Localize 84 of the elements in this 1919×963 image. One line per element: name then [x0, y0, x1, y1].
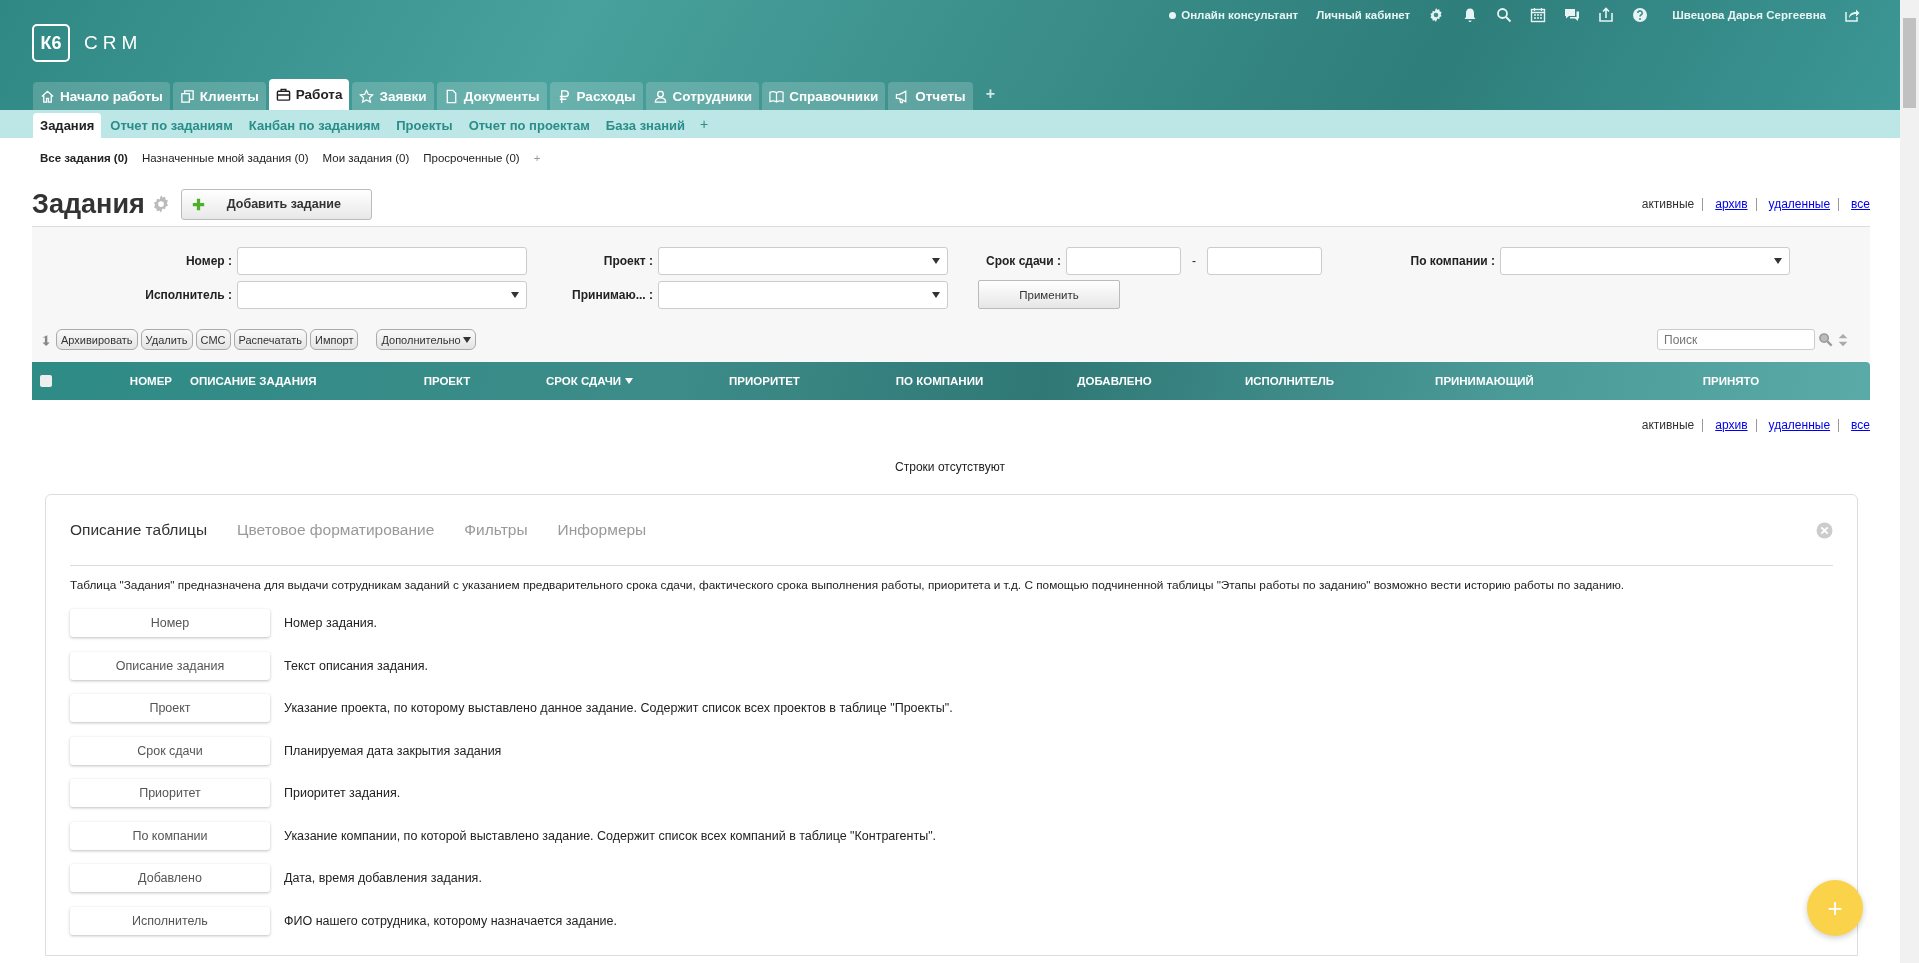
field-name-button[interactable]: По компании	[70, 821, 270, 850]
field-name-button[interactable]: Номер	[70, 609, 270, 638]
field-description: ФИО нашего сотрудника, которому назначается задание.	[284, 913, 617, 928]
field-name-button[interactable]: Приоритет	[70, 779, 270, 808]
filter-tab[interactable]: Просроченные (0)	[423, 152, 520, 164]
filter-label: Исполнитель :	[144, 287, 232, 302]
sub-tab[interactable]: База знаний	[598, 113, 693, 138]
field-description: Указание проекта, по которому выставлено данное задание. Содержит список всех проектов в таблице "Проекты".	[284, 701, 953, 716]
view-filter-link[interactable]: архив	[1715, 197, 1748, 211]
action-button[interactable]: Импорт	[310, 329, 359, 350]
column-header[interactable]: ПРОЕКТ	[392, 375, 502, 387]
view-filter-link[interactable]: все	[1851, 197, 1870, 211]
online-consultant-link[interactable]: Онлайн консультант	[1181, 9, 1299, 21]
filter-tab[interactable]: Назначенные мной задания (0)	[141, 152, 309, 164]
main-tab[interactable]: Сотрудники	[645, 82, 760, 110]
view-filter-link[interactable]: удаленные	[1768, 197, 1831, 211]
column-header[interactable]: ПРИНЯТО	[1592, 375, 1870, 387]
column-header[interactable]: ПРИОРИТЕТ	[677, 375, 852, 387]
sub-tab[interactable]: Отчет по заданиям	[103, 113, 240, 138]
sub-tab[interactable]: Отчет по проектам	[461, 113, 597, 138]
add-tab-button[interactable]: +	[975, 85, 1005, 103]
column-header[interactable]: ПРИНИМАЮЩИЙ	[1377, 375, 1592, 387]
cabinet-link[interactable]: Личный кабинет	[1316, 9, 1411, 21]
filter-tab[interactable]: Все задания (0)	[40, 152, 128, 164]
apply-button[interactable]: Применить	[978, 280, 1120, 309]
field-name-button[interactable]: Описание задания	[70, 651, 270, 680]
view-filter-text: активные	[1641, 197, 1695, 211]
field-description: Указание компании, по которой выставлено задание. Содержит список всех компаний в таблице "Контрагенты".	[284, 828, 937, 843]
column-header[interactable]: СРОК СДАЧИ	[502, 375, 677, 387]
card-tab[interactable]: Фильтры	[464, 521, 528, 539]
column-header[interactable]: НОМЕР	[62, 375, 182, 387]
filter-label: Срок сдачи :	[985, 254, 1061, 268]
sub-tab[interactable]: Проекты	[389, 113, 460, 138]
filter-label: Принимаю... :	[571, 287, 653, 302]
filter-label: Номер :	[184, 254, 232, 268]
main-tab[interactable]: Начало работы	[33, 82, 170, 110]
view-filter-link[interactable]: все	[1851, 418, 1870, 432]
field-description: Планируемая дата закрытия задания	[284, 743, 502, 758]
filter-tab[interactable]: Мои задания (0)	[322, 152, 410, 164]
page-title: Задания	[32, 188, 145, 220]
field-description: Приоритет задания.	[284, 786, 401, 801]
action-button[interactable]: Распечатать	[233, 329, 307, 350]
field-name-button[interactable]: Добавлено	[70, 864, 270, 893]
column-header[interactable]: ДОБАВЛЕНО	[1027, 375, 1202, 387]
action-button[interactable]: СМС	[195, 329, 231, 350]
table-description: Таблица "Задания" предназначена для выдачи сотрудникам заданий с указанием предварительного срока сдачи, фактического срока выполнения работы, приоритета и т.д. С помощью подчиненной таблицы "Этапы работы по заданию" возможно вести историю работы по заданию.	[70, 577, 1626, 594]
main-tab[interactable]: Работа	[268, 79, 350, 110]
field-name-button[interactable]: Исполнитель	[70, 906, 270, 935]
add-filter-button[interactable]: +	[533, 152, 541, 164]
card-tab[interactable]: Описание таблицы	[70, 521, 208, 539]
card-tab[interactable]: Цветовое форматирование	[237, 521, 435, 539]
main-tab[interactable]: Клиенты	[172, 82, 266, 110]
filter-label: По компании :	[1409, 254, 1495, 268]
main-tab[interactable]: Документы	[436, 82, 547, 110]
logo-mark: К6	[32, 24, 70, 62]
field-description: Дата, время добавления задания.	[284, 871, 482, 886]
add-sub-tab-button[interactable]: +	[694, 116, 715, 132]
main-tab[interactable]: Расходы	[549, 82, 643, 110]
more-button[interactable]: Дополнительно	[376, 329, 476, 350]
range-separator: -	[1191, 254, 1197, 268]
user-name-link[interactable]: Швецова Дарья Сергеевна	[1672, 9, 1826, 21]
field-description: Текст описания задания.	[284, 658, 429, 673]
card-tab[interactable]: Информеры	[557, 521, 647, 539]
sub-tab[interactable]: Канбан по заданиям	[241, 113, 388, 138]
add-task-button[interactable]: Добавить задание	[180, 188, 372, 220]
column-header[interactable]: ОПИСАНИЕ ЗАДАНИЯ	[182, 375, 392, 387]
action-button[interactable]: Удалить	[140, 329, 193, 350]
sub-tab[interactable]: Задания	[33, 113, 102, 138]
view-filter-text: активные	[1641, 418, 1695, 432]
empty-table-message: Строки отсутствуют	[895, 460, 1005, 474]
field-description: Номер задания.	[284, 616, 377, 631]
view-filter-link[interactable]: удаленные	[1768, 418, 1831, 432]
column-header[interactable]: ПО КОМПАНИИ	[852, 375, 1027, 387]
view-filter-link[interactable]: архив	[1715, 418, 1748, 432]
main-tab[interactable]: Заявки	[352, 82, 434, 110]
action-button[interactable]: Архивировать	[56, 329, 138, 350]
search-field[interactable]: Поиск	[1657, 329, 1815, 350]
main-tab[interactable]: Отчеты	[888, 82, 973, 110]
main-tab[interactable]: Справочники	[762, 82, 886, 110]
field-name-button[interactable]: Срок сдачи	[70, 736, 270, 765]
field-name-button[interactable]: Проект	[70, 694, 270, 723]
column-header[interactable]: ИСПОЛНИТЕЛЬ	[1202, 375, 1377, 387]
filter-label: Проект :	[602, 254, 653, 268]
logo-text: CRM	[84, 32, 143, 54]
